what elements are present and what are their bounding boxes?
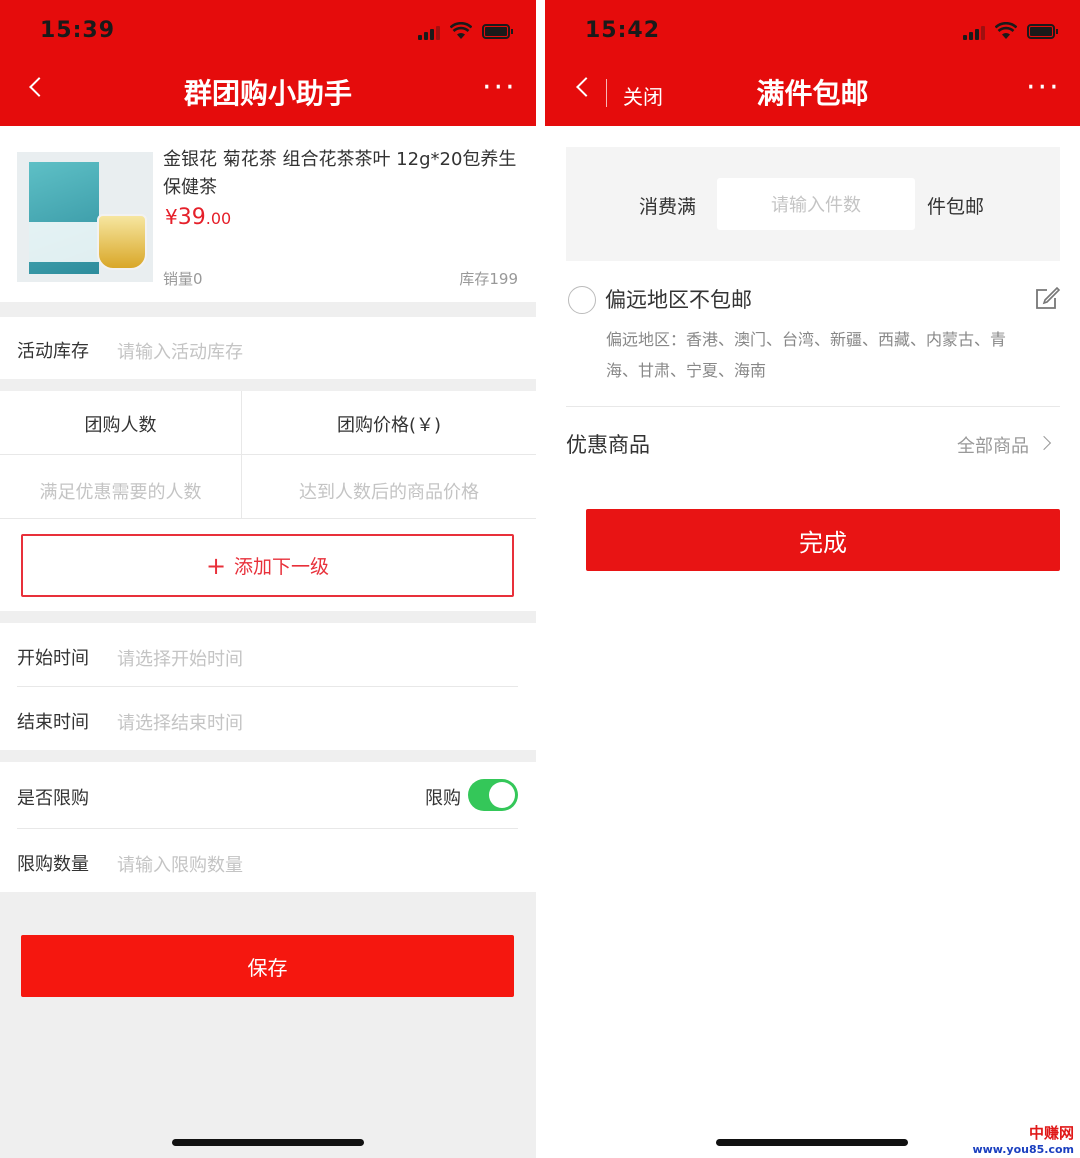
tier-price-header: 团购价格(￥) [336,415,442,436]
product-name: 金银花 菊花茶 组合花茶茶叶 12g*20包养生保健茶 [163,149,517,198]
watermark: 中赚网 www.you85.com [972,1124,1074,1156]
nav-bar: 15:39 群团购小助手 ··· [0,0,536,126]
right-screen: 15:42 关闭 满件包邮 ··· 消费满 请输入件数 件包邮 偏远地区不包邮 … [545,0,1080,1158]
limit-toggle-label: 限购 [425,788,461,809]
start-time-label: 开始时间 [17,648,89,669]
limit-qty-input[interactable]: 请输入限购数量 [117,851,243,877]
limit-toggle[interactable] [468,779,518,811]
battery-icon [1027,24,1058,39]
start-time-picker[interactable]: 请选择开始时间 [117,645,243,671]
left-screen: 15:39 群团购小助手 ··· 金银花 菊花茶 组合花茶茶叶 12g*20包养… [0,0,536,1158]
more-icon[interactable]: ··· [1026,73,1061,103]
signal-icon [418,26,442,40]
end-time-picker[interactable]: 请选择结束时间 [117,709,243,735]
page-title: 满件包邮 [756,77,869,110]
save-button[interactable]: 保存 [21,935,514,997]
more-icon[interactable]: ··· [482,73,517,103]
tier-people-input[interactable]: 满足优惠需要的人数 [0,478,241,504]
tier-price-input[interactable]: 达到人数后的商品价格 [242,478,536,504]
signal-icon [963,26,987,40]
activity-stock-row[interactable]: 活动库存 请输入活动库存 [0,317,536,379]
end-time-label: 结束时间 [17,712,89,733]
tier-people-header: 团购人数 [84,415,157,436]
nav-bar: 15:42 关闭 满件包邮 ··· [545,0,1080,126]
home-indicator [172,1139,364,1146]
status-time: 15:42 [585,18,661,43]
status-time: 15:39 [40,18,116,43]
activity-stock-label: 活动库存 [17,341,89,362]
battery-icon [482,24,513,39]
product-price: ¥39.00 [165,205,232,230]
chevron-right-icon [1036,435,1052,451]
remote-area-detail: 偏远地区：香港、澳门、台湾、新疆、西藏、内蒙古、青 海、甘肃、宁夏、海南 [606,330,1007,380]
rule-suffix: 件包邮 [927,196,985,218]
wifi-icon [450,22,472,39]
discount-goods-label: 优惠商品 [566,433,650,457]
edit-icon[interactable] [1035,284,1061,310]
free-shipping-rule: 消费满 请输入件数 件包邮 [566,147,1060,261]
limit-section: 是否限购 限购 限购数量 请输入限购数量 [0,762,536,892]
product-stock: 库存199 [459,270,518,288]
page-title: 群团购小助手 [183,77,352,110]
rule-prefix: 消费满 [639,196,697,218]
add-tier-button[interactable]: + 添加下一级 [21,534,514,597]
time-section: 开始时间 请选择开始时间 结束时间 请选择结束时间 [0,623,536,750]
plus-icon: + [205,551,227,580]
product-sales: 销量0 [163,270,203,288]
limit-label: 是否限购 [17,788,89,809]
wifi-icon [995,22,1017,39]
remote-area-label: 偏远地区不包邮 [605,288,752,312]
product-image [17,152,153,282]
discount-goods-value[interactable]: 全部商品 [957,432,1029,458]
add-tier-label: 添加下一级 [234,556,330,578]
limit-qty-label: 限购数量 [17,854,89,875]
activity-stock-input[interactable]: 请输入活动库存 [117,338,243,364]
remote-area-checkbox[interactable] [568,286,596,314]
home-indicator [716,1139,908,1146]
item-count-input[interactable]: 请输入件数 [717,178,915,230]
done-button[interactable]: 完成 [586,509,1060,571]
